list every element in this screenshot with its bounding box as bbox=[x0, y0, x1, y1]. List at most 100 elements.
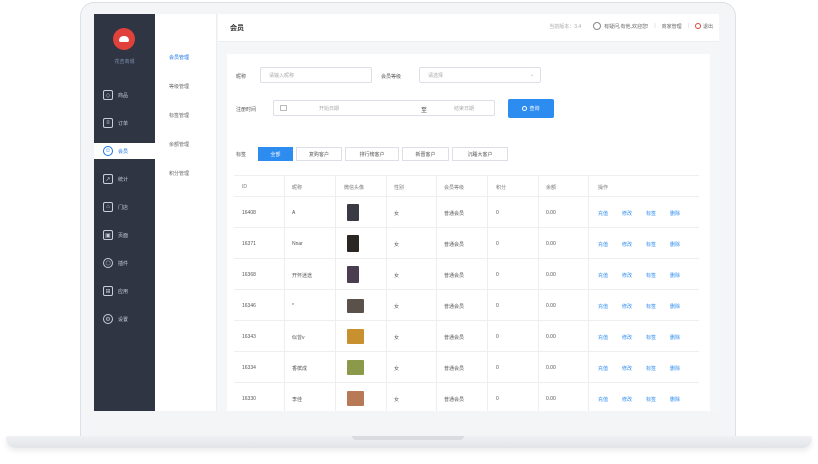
column-header: 会员等级 bbox=[444, 185, 465, 191]
sidebar-item-plugins[interactable]: ⬡ 插件 bbox=[94, 255, 155, 271]
delete-link[interactable]: 删除 bbox=[670, 272, 680, 279]
cell-points: 0 bbox=[496, 272, 499, 278]
table-row: 16334 香槟成 女 普通会员 0 0.00 充值 修改 标签 删除 bbox=[234, 352, 699, 383]
cell-points: 0 bbox=[496, 365, 499, 371]
search-icon bbox=[522, 106, 528, 111]
cell-gender: 女 bbox=[394, 304, 400, 310]
cell-level: 普通会员 bbox=[444, 211, 465, 217]
edit-link[interactable]: 修改 bbox=[622, 334, 632, 341]
register-time-label: 注册时间 bbox=[236, 107, 257, 113]
sidebar-item-settings[interactable]: ⚙ 设置 bbox=[94, 311, 155, 327]
cell-gender: 女 bbox=[394, 273, 400, 279]
chevron-down-icon: ⌄ bbox=[529, 72, 534, 78]
nickname-input[interactable]: 请输入昵称 bbox=[260, 67, 372, 83]
divider: | bbox=[687, 23, 689, 29]
account-link[interactable]: 商家管理 bbox=[662, 23, 682, 30]
recharge-link[interactable]: 充值 bbox=[598, 272, 608, 279]
submenu-item-balance-manage[interactable]: 余额管理 bbox=[169, 141, 189, 148]
recharge-link[interactable]: 充值 bbox=[598, 241, 608, 248]
cell-points: 0 bbox=[496, 396, 499, 402]
top-bar: 会员 当前版本：3.4 有疑问,有他,欢迎您! | 商家管理 | 退出 bbox=[218, 14, 719, 42]
logout-link[interactable]: 退出 bbox=[703, 23, 713, 30]
tag-link[interactable]: 标签 bbox=[646, 365, 656, 372]
cell-balance: 0.00 bbox=[546, 365, 556, 371]
edit-link[interactable]: 修改 bbox=[622, 396, 632, 403]
cell-balance: 0.00 bbox=[546, 241, 556, 247]
sidebar-item-label: 统计 bbox=[118, 176, 129, 183]
edit-link[interactable]: 修改 bbox=[622, 241, 632, 248]
query-button[interactable]: 查询 bbox=[508, 99, 554, 118]
cell-nickname: * bbox=[292, 303, 294, 309]
tag-link[interactable]: 标签 bbox=[646, 272, 656, 279]
table-row: 16371 Nnar 女 普通会员 0 0.00 充值 修改 标签 删除 bbox=[234, 228, 699, 259]
cell-points: 0 bbox=[496, 210, 499, 216]
sidebar-item-products[interactable]: ◇ 商品 bbox=[94, 87, 155, 103]
table-row: 16343 似曾v 女 普通会员 0 0.00 充值 修改 标签 删除 bbox=[234, 321, 699, 352]
tag-link[interactable]: 标签 bbox=[646, 334, 656, 341]
tag-link[interactable]: 标签 bbox=[646, 303, 656, 310]
sidebar-item-apps[interactable]: ⊞ 应用 bbox=[94, 283, 155, 299]
tag-link[interactable]: 标签 bbox=[646, 241, 656, 248]
tag-link[interactable]: 标签 bbox=[646, 210, 656, 217]
main-content: 昵称 请输入昵称 会员等级 请选择 ⌄ 注册时间 开始日期 至 结束日期 查询 … bbox=[227, 54, 710, 411]
sidebar-item-label: 插件 bbox=[118, 260, 129, 267]
delete-link[interactable]: 删除 bbox=[670, 303, 680, 310]
cell-id: 16408 bbox=[242, 210, 256, 216]
avatar bbox=[347, 266, 359, 283]
end-date-placeholder: 结束日期 bbox=[454, 106, 475, 112]
column-header: 操作 bbox=[598, 185, 609, 191]
sidebar-item-orders[interactable]: ≡ 订单 bbox=[94, 115, 155, 131]
delete-link[interactable]: 删除 bbox=[670, 210, 680, 217]
tag-all[interactable]: 全部 bbox=[258, 147, 293, 161]
recharge-link[interactable]: 充值 bbox=[598, 365, 608, 372]
tag-ranking[interactable]: 排行榜客户 bbox=[345, 147, 399, 161]
tag-link[interactable]: 标签 bbox=[646, 396, 656, 403]
sidebar-item-label: 应用 bbox=[118, 288, 129, 295]
delete-link[interactable]: 删除 bbox=[670, 241, 680, 248]
cell-id: 16368 bbox=[242, 272, 256, 278]
recharge-link[interactable]: 充值 bbox=[598, 334, 608, 341]
sidebar-item-members[interactable]: ☺ 会员 bbox=[94, 143, 155, 159]
page-icon: ▣ bbox=[103, 230, 113, 240]
submenu-item-tag-manage[interactable]: 标签管理 bbox=[169, 112, 189, 119]
sidebar-item-label: 门店 bbox=[118, 204, 129, 211]
cell-nickname: 李佳 bbox=[292, 397, 303, 403]
cell-id: 16330 bbox=[242, 396, 256, 402]
help-link[interactable]: 有疑问,有他,欢迎您! bbox=[604, 23, 648, 30]
tag-dormant[interactable]: 沉睡大客户 bbox=[452, 147, 508, 161]
submenu-item-points-manage[interactable]: 积分管理 bbox=[169, 170, 189, 177]
shop-name: 花吉商城 bbox=[114, 59, 135, 65]
tag-new[interactable]: 新晋客户 bbox=[402, 147, 449, 161]
recharge-link[interactable]: 充值 bbox=[598, 396, 608, 403]
sidebar-item-stats[interactable]: ↗ 统计 bbox=[94, 171, 155, 187]
delete-link[interactable]: 删除 bbox=[670, 365, 680, 372]
member-level-select[interactable]: 请选择 ⌄ bbox=[419, 67, 541, 83]
submenu-item-member-manage[interactable]: 会员管理 bbox=[169, 54, 189, 61]
sidebar-item-label: 会员 bbox=[118, 148, 129, 155]
cell-level: 普通会员 bbox=[444, 335, 465, 341]
date-range-picker[interactable]: 开始日期 至 结束日期 bbox=[273, 100, 495, 116]
sidebar-item-pages[interactable]: ▣ 页面 bbox=[94, 227, 155, 243]
submenu-item-level-manage[interactable]: 等级管理 bbox=[169, 83, 189, 90]
sidebar-item-stores[interactable]: ⌂ 门店 bbox=[94, 199, 155, 215]
edit-link[interactable]: 修改 bbox=[622, 303, 632, 310]
tag-repurchase[interactable]: 复购客户 bbox=[296, 147, 342, 161]
query-button-label: 查询 bbox=[529, 106, 540, 112]
cell-balance: 0.00 bbox=[546, 272, 556, 278]
cell-level: 普通会员 bbox=[444, 366, 465, 372]
edit-link[interactable]: 修改 bbox=[622, 272, 632, 279]
edit-link[interactable]: 修改 bbox=[622, 365, 632, 372]
delete-link[interactable]: 删除 bbox=[670, 334, 680, 341]
table-row: 16368 开怀迷途 女 普通会员 0 0.00 充值 修改 标签 删除 bbox=[234, 259, 699, 290]
table-row: 16408 A 女 普通会员 0 0.00 充值 修改 标签 删除 bbox=[234, 197, 699, 228]
date-separator: 至 bbox=[421, 108, 428, 114]
edit-link[interactable]: 修改 bbox=[622, 210, 632, 217]
brand-logo-icon[interactable] bbox=[113, 28, 135, 50]
chart-icon: ↗ bbox=[103, 174, 113, 184]
recharge-link[interactable]: 充值 bbox=[598, 303, 608, 310]
recharge-link[interactable]: 充值 bbox=[598, 210, 608, 217]
delete-link[interactable]: 删除 bbox=[670, 396, 680, 403]
cell-balance: 0.00 bbox=[546, 334, 556, 340]
cell-nickname: Nnar bbox=[292, 241, 303, 247]
cell-id: 16343 bbox=[242, 334, 256, 340]
